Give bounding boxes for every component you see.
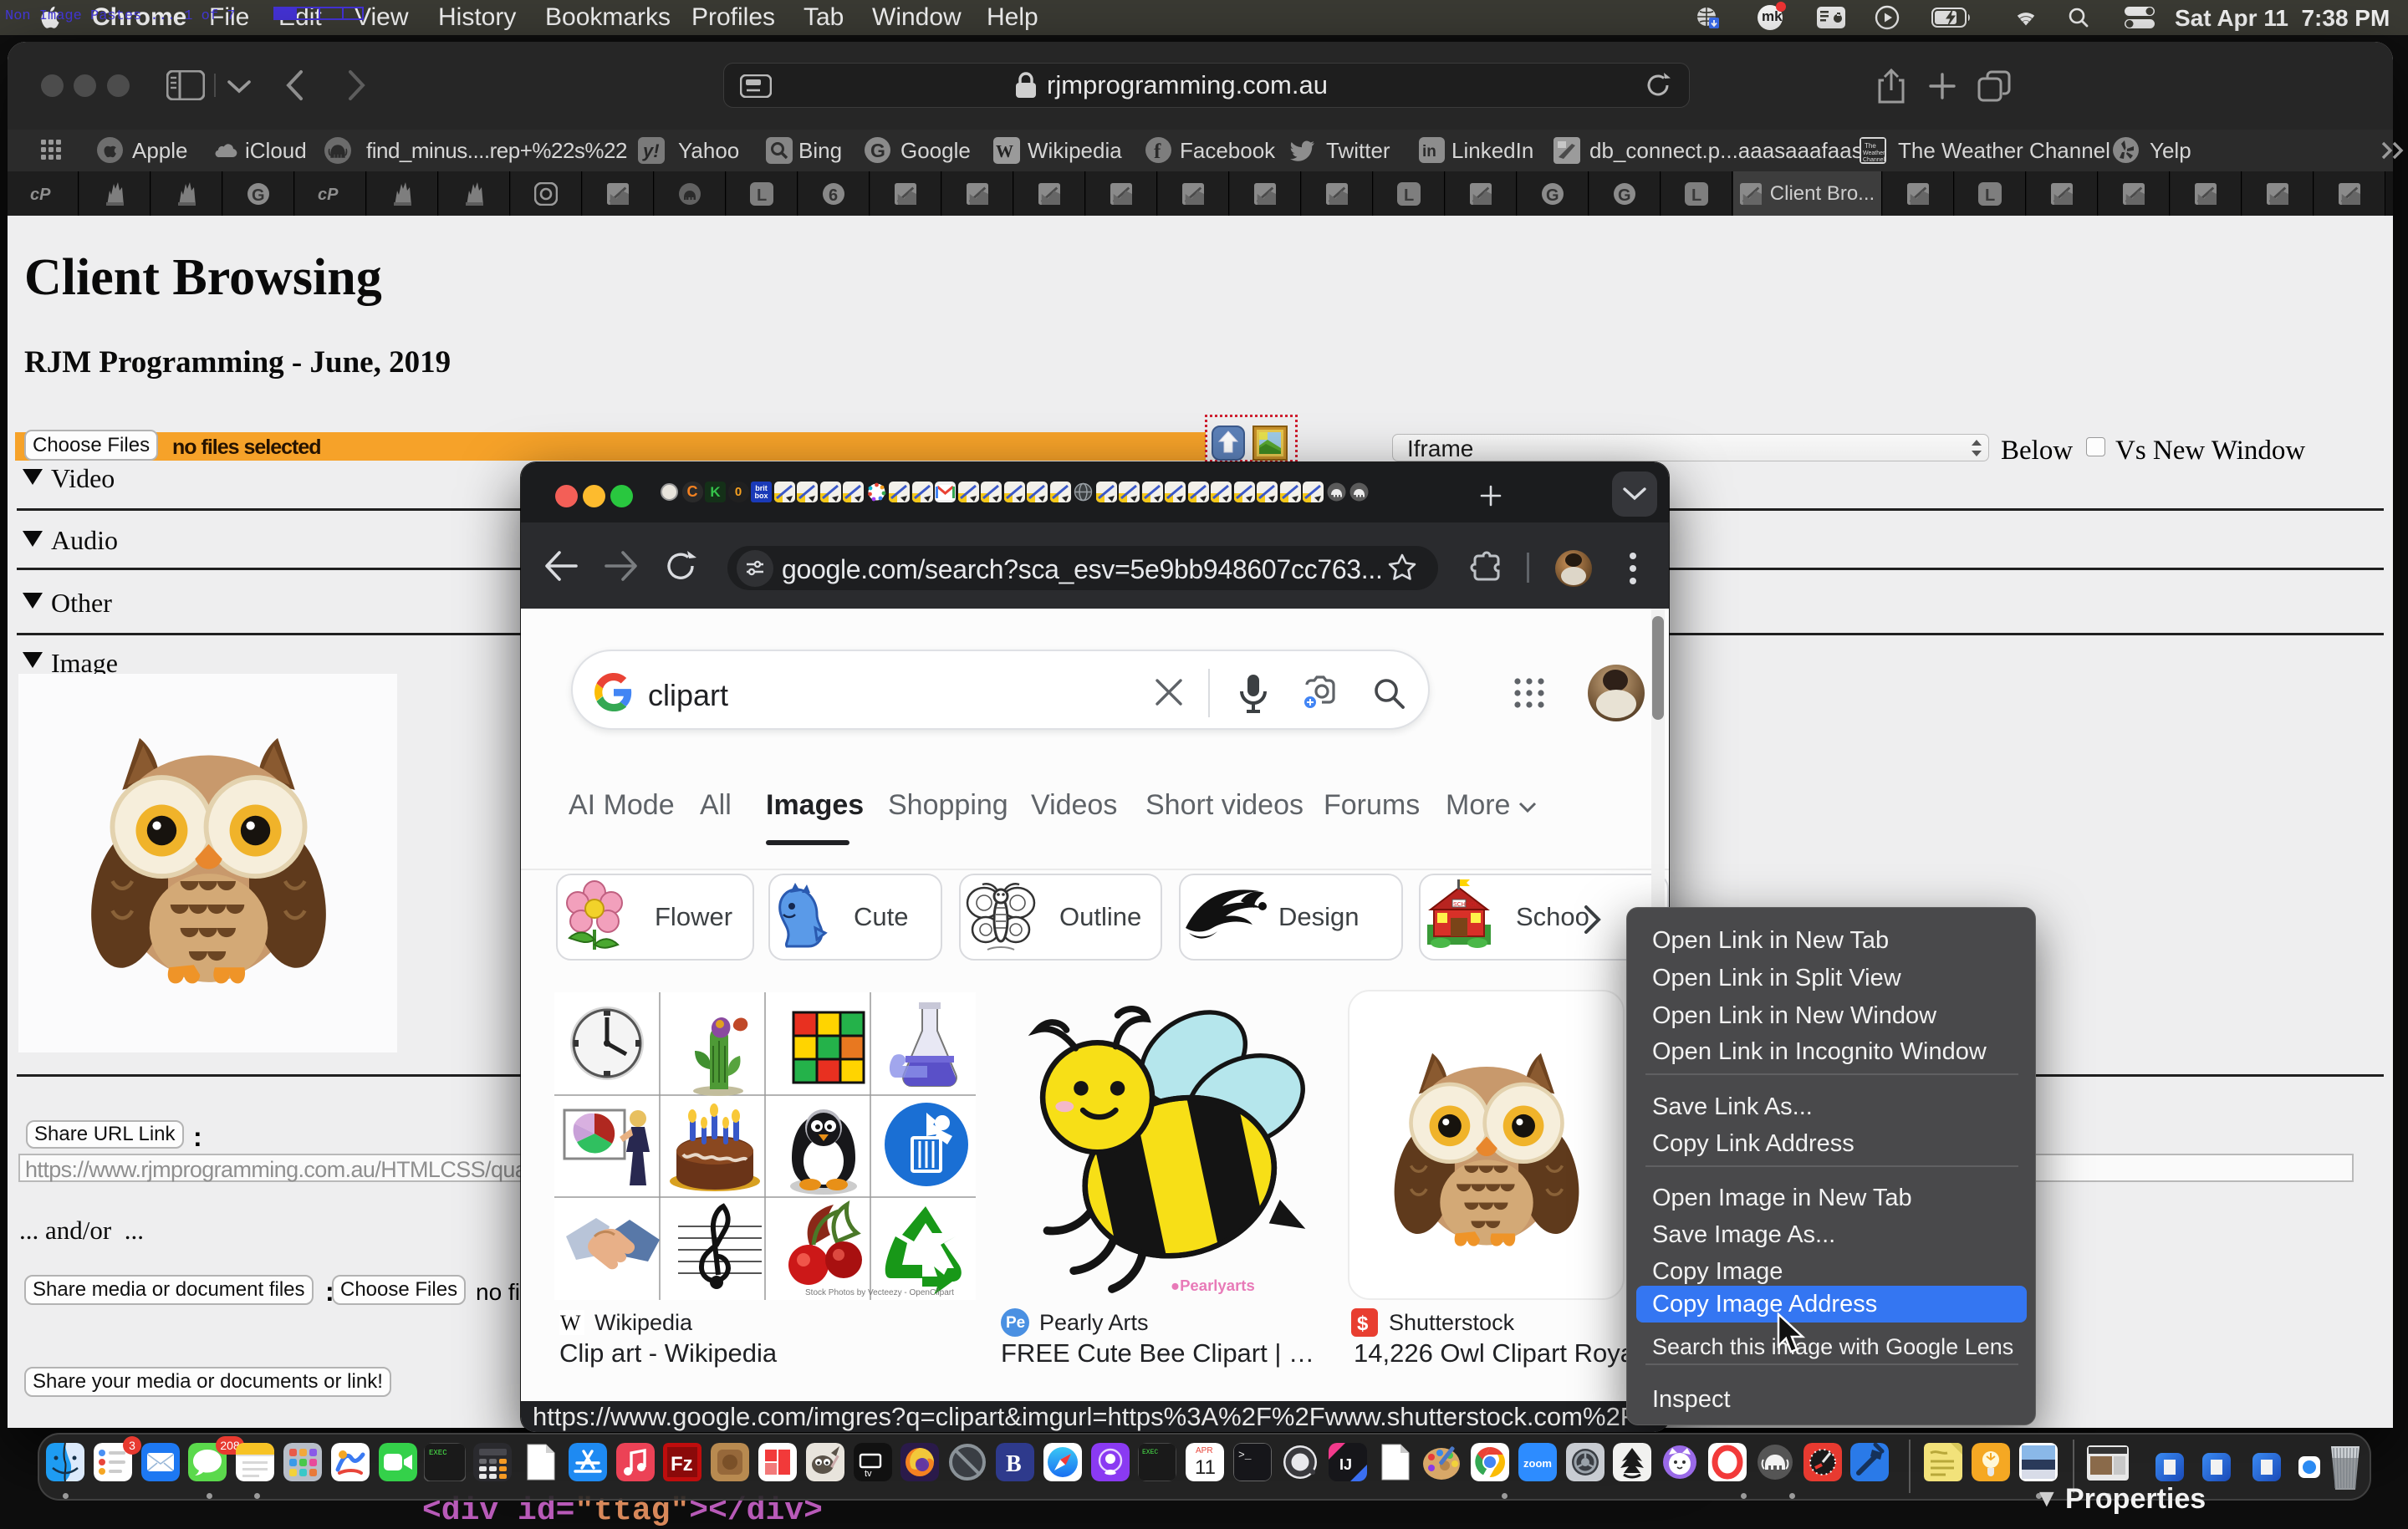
svg-text:L: L <box>1691 186 1701 205</box>
svg-text:The: The <box>1865 142 1876 150</box>
svg-text:EXEC: EXEC <box>1142 1449 1158 1456</box>
svg-text:6: 6 <box>829 186 838 205</box>
svg-text:IJ: IJ <box>1339 1456 1352 1473</box>
svg-text:G: G <box>870 140 885 161</box>
svg-text:L: L <box>1985 186 1995 205</box>
svg-text:W: W <box>560 1311 581 1335</box>
svg-text:>_: >_ <box>1238 1449 1252 1461</box>
svg-text:Channel: Channel <box>1863 157 1885 163</box>
svg-text:W: W <box>996 141 1013 161</box>
svg-text:f: f <box>1154 140 1161 163</box>
svg-text:Weather: Weather <box>1863 150 1885 156</box>
svg-text:y!: y! <box>642 140 660 161</box>
svg-text:cP: cP <box>30 186 51 203</box>
svg-text:zoom: zoom <box>1523 1457 1552 1470</box>
svg-text:Fz: Fz <box>671 1453 693 1475</box>
svg-text:in: in <box>1422 143 1436 161</box>
svg-text:11: 11 <box>1195 1456 1216 1479</box>
svg-text:Stock Photos by Vecteezy - Ope: Stock Photos by Vecteezy - OpenClipart <box>805 1288 954 1297</box>
svg-text:●Pearlyarts: ●Pearlyarts <box>1171 1277 1255 1294</box>
svg-text:G: G <box>1546 186 1559 205</box>
svg-text:G: G <box>1618 186 1631 205</box>
svg-text:cP: cP <box>318 186 339 203</box>
svg-text:G: G <box>252 186 265 205</box>
svg-text:tv: tv <box>865 1469 872 1479</box>
svg-text:L: L <box>757 186 767 205</box>
svg-text:SCHOOL: SCHOOL <box>1453 902 1478 908</box>
svg-text:EXEC: EXEC <box>429 1449 447 1457</box>
svg-text:B: B <box>1006 1451 1022 1477</box>
svg-text:L: L <box>1404 186 1414 205</box>
svg-text:APR: APR <box>1196 1446 1213 1455</box>
